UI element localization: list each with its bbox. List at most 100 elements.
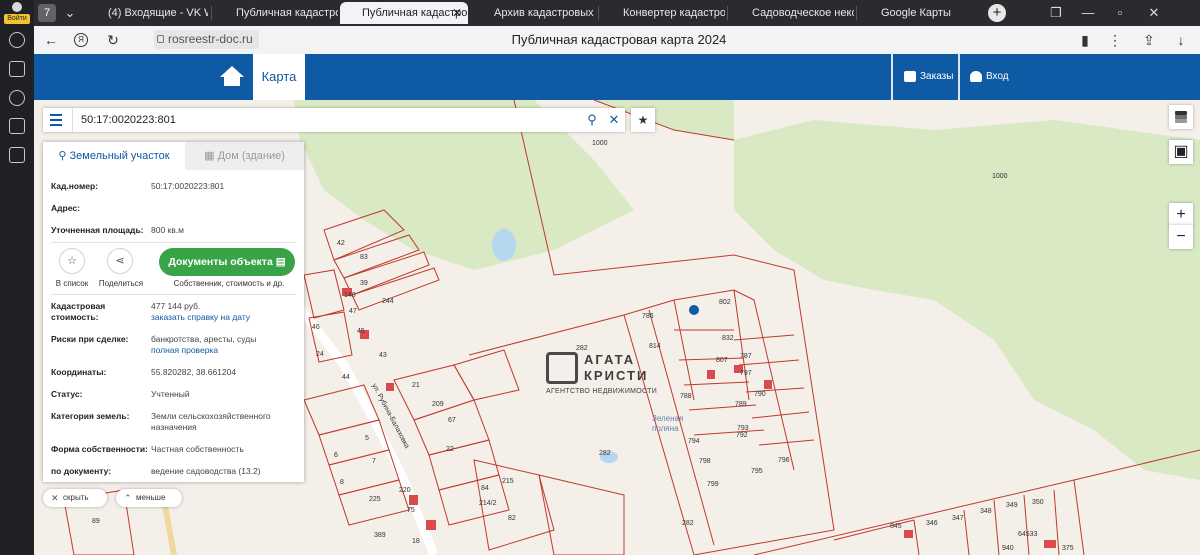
restore-icon[interactable]: ▫: [1110, 4, 1130, 22]
tab-land-plot[interactable]: ⚲ Земельный участок: [43, 142, 185, 170]
tab-vk-mail[interactable]: (4) Входящие - VK Wo: [86, 2, 208, 24]
play-icon[interactable]: [9, 90, 25, 106]
yandex-icon[interactable]: Я: [74, 33, 88, 47]
fullscreen-button[interactable]: ▣: [1169, 140, 1193, 164]
share-label: Поделиться: [98, 279, 144, 288]
order-certificate-link[interactable]: заказать справку на дату: [151, 312, 296, 323]
plot-number-label: 6: [334, 452, 338, 459]
category-row: Категория земель: Земли сельскохозяйстве…: [51, 411, 271, 432]
cost-row: Кадастровая стоимость: 477 144 руб. заказ…: [51, 301, 296, 325]
cadastre-icon: [220, 7, 231, 18]
plot-number-label: 347: [952, 515, 964, 522]
plot-number-label: 796: [778, 457, 790, 464]
tab-cadastral-archive[interactable]: Архив кадастровых п: [472, 2, 596, 24]
plot-number-label: 845: [890, 523, 902, 530]
layers-button[interactable]: [1169, 105, 1193, 129]
plot-number-label: 789: [735, 401, 747, 408]
object-documents-button[interactable]: Документы объекта ▤: [159, 248, 295, 276]
home-icon[interactable]: [220, 66, 244, 88]
user-login[interactable]: Войти: [4, 2, 30, 24]
plot-number-label: 18: [412, 538, 420, 545]
page-title: Публичная кадастровая карта 2024: [511, 32, 727, 47]
place-label: Зеленая поляна: [652, 414, 684, 433]
frame-icon: ▣: [1173, 143, 1189, 160]
less-button[interactable]: ⌃ меньше: [116, 489, 182, 507]
minimize-icon[interactable]: —: [1078, 4, 1098, 22]
tab-public-cadastral-1[interactable]: Публичная кадастро: [214, 2, 338, 24]
plot-number-label: 84: [481, 485, 489, 492]
reload-icon[interactable]: ↻: [104, 31, 122, 49]
collections-icon[interactable]: [9, 61, 25, 77]
tab-public-cadastral-active[interactable]: Публичная кадастро ✕: [340, 2, 468, 24]
tab-garden-partnership[interactable]: Садоводческое неком: [730, 2, 854, 24]
selected-plot-marker: [689, 305, 699, 315]
plot-number-label: 349: [1006, 502, 1018, 509]
star-outline-icon: ☆: [67, 255, 77, 267]
plot-number-label: 215: [502, 478, 514, 485]
close-tab-icon[interactable]: ✕: [452, 2, 462, 24]
tab-house[interactable]: ▦ Дом (здание): [185, 142, 304, 170]
plot-number-label: 798: [699, 458, 711, 465]
app-icon[interactable]: [9, 118, 25, 134]
plot-number-label: 346: [926, 520, 938, 527]
history-icon[interactable]: [9, 32, 25, 48]
clear-search-icon[interactable]: ✕: [605, 111, 623, 129]
tab-counter[interactable]: 7: [38, 4, 56, 22]
orders-button[interactable]: Заказы: [896, 54, 956, 100]
tab-list-icon[interactable]: ❐: [1046, 4, 1066, 22]
more-icon[interactable]: ⋮: [1106, 31, 1124, 49]
bookmark-icon[interactable]: ▮: [1076, 31, 1094, 49]
plot-number-label: 8: [340, 479, 344, 486]
archive-icon: [478, 7, 489, 18]
risk-row: Риски при сделке: банкротства, аресты, с…: [51, 334, 296, 358]
share-button[interactable]: ⋖: [107, 248, 133, 274]
share-page-icon[interactable]: ⇪: [1140, 31, 1158, 49]
plot-number-label: 140: [344, 292, 356, 299]
plot-number-label: 209: [432, 401, 444, 408]
search-icon[interactable]: ⚲: [583, 111, 601, 129]
zoom-out-button[interactable]: −: [1169, 225, 1193, 249]
plot-number-label: 1000: [592, 140, 608, 147]
pond: [492, 229, 516, 261]
url-field[interactable]: rosreestr-doc.ru: [154, 30, 259, 49]
lock-icon: [157, 35, 164, 43]
search-input[interactable]: [72, 108, 572, 132]
screenshot-icon[interactable]: [9, 147, 25, 163]
new-tab-icon[interactable]: +: [988, 4, 1006, 22]
plot-number-label: 89: [92, 518, 100, 525]
screen: Войти 7 ⌄ (4) Входящие - VK Wo Публичная…: [0, 0, 1200, 555]
plot-number-label: 389: [374, 532, 386, 539]
cad-number-link[interactable]: 50:17:0020223:801: [151, 181, 296, 192]
plot-number-label: 5: [365, 435, 369, 442]
favorites-button[interactable]: ★: [631, 108, 655, 132]
browser-sidebar: Войти: [0, 0, 34, 555]
cadastral-map[interactable]: 1000 1000 282 282 282 802 832 786 814 807 787 797 79…: [34, 100, 1200, 555]
plot-number-label: 220: [399, 487, 411, 494]
add-to-list-button[interactable]: ☆: [59, 248, 85, 274]
download-icon[interactable]: ↓: [1172, 31, 1190, 49]
plot-number-label: 790: [754, 391, 766, 398]
tab-strip: 7 ⌄ (4) Входящие - VK Wo Публичная кадас…: [34, 0, 1200, 26]
tab-cadastral-converter[interactable]: Конвертер кадастров: [601, 2, 725, 24]
plot-number-label: 47: [349, 308, 357, 315]
tab-google-maps[interactable]: Google Карты: [859, 2, 983, 24]
menu-icon[interactable]: [50, 114, 62, 126]
search-bar: ⚲ ✕: [43, 108, 625, 132]
plot-number-label: 45: [357, 328, 365, 335]
plus-icon: +: [1176, 206, 1186, 223]
close-icon: ✕: [51, 493, 59, 503]
chevron-down-icon[interactable]: ⌄: [60, 4, 80, 22]
login-button[interactable]: Вход: [962, 54, 1022, 100]
site-header: Карта Заказы Вход: [34, 54, 1200, 100]
hide-panel-button[interactable]: ✕ скрыть: [43, 489, 107, 507]
nav-map[interactable]: Карта: [253, 54, 305, 100]
back-icon[interactable]: ←: [42, 31, 60, 49]
zoom-in-button[interactable]: +: [1169, 203, 1193, 227]
plot-number-label: 214/2: [479, 500, 497, 507]
plot-number-label: 22: [446, 446, 454, 453]
full-check-link[interactable]: полная проверка: [151, 345, 296, 356]
land-plot-icon: ⚲: [58, 150, 70, 162]
close-window-icon[interactable]: ✕: [1144, 4, 1164, 22]
layers-icon: [1175, 111, 1187, 123]
plot-number-label: 282: [682, 520, 694, 527]
